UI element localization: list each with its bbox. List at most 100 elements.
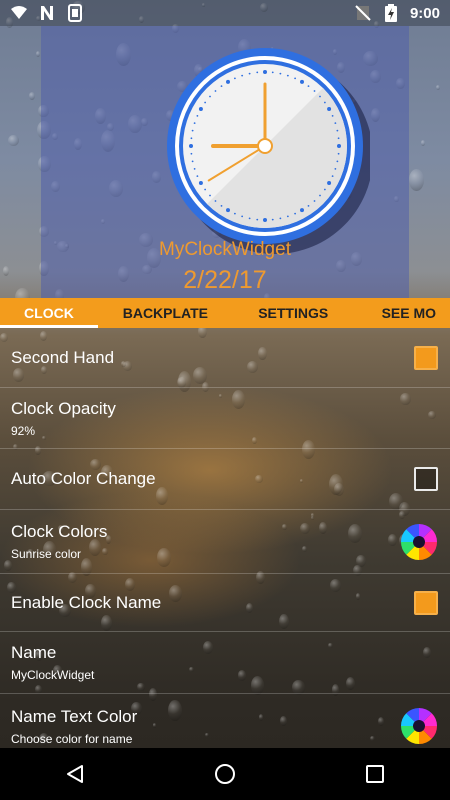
setting-title: Enable Clock Name (11, 592, 162, 612)
clock-tick (323, 101, 326, 104)
clock-tick (193, 167, 196, 170)
wifi-icon (10, 4, 28, 22)
clock-tick (271, 218, 274, 221)
clock-tick (323, 188, 326, 191)
clock-tick (336, 160, 339, 163)
raindrop (420, 139, 425, 146)
clock-tick (286, 215, 289, 218)
status-bar: 9:00 (0, 0, 450, 26)
setting-subtitle: 92% (11, 423, 36, 438)
clock-tick (331, 175, 334, 177)
clock-tick (337, 144, 341, 148)
second-hand-checkbox[interactable] (414, 345, 438, 370)
clock-tick (336, 129, 339, 132)
clock-tick (319, 194, 321, 197)
clock-tick (209, 95, 211, 98)
clock-tick (204, 188, 207, 191)
clock-tick (319, 95, 321, 98)
setting-name-text-color[interactable]: Name Text Color Choose color for name (0, 694, 450, 748)
color-wheel-icon[interactable] (400, 707, 438, 745)
home-icon[interactable] (200, 754, 250, 794)
setting-subtitle: MyClockWidget (11, 668, 95, 682)
tab-see-more[interactable]: SEE MO (354, 298, 450, 328)
clock-tick (191, 160, 194, 163)
clock-tick (198, 107, 203, 111)
setting-name[interactable]: Name MyClockWidget (0, 632, 450, 694)
clock-tick (300, 208, 304, 213)
tab-settings[interactable]: SETTINGS (233, 298, 354, 328)
setting-subtitle: Choose color for name (11, 731, 133, 746)
status-time: 9:00 (409, 4, 440, 22)
auto-color-change-checkbox[interactable] (414, 467, 438, 491)
clock-tick (307, 204, 310, 207)
color-wheel-icon[interactable] (400, 523, 438, 561)
setting-second-hand[interactable]: Second Hand (0, 328, 450, 388)
sim-card-icon (66, 4, 84, 22)
clock-tick (334, 167, 337, 170)
clock-tick (337, 152, 340, 155)
clock-tick (214, 200, 217, 202)
setting-enable-clock-name[interactable]: Enable Clock Name (0, 574, 450, 632)
setting-title: Clock Colors (11, 522, 108, 541)
setting-title: Second Hand (11, 347, 115, 367)
clock-tick (313, 90, 316, 92)
clock-tick (334, 122, 337, 125)
setting-subtitle: Sunrise color (11, 547, 82, 561)
setting-title: Auto Color Change (11, 469, 156, 488)
battery-charging-icon (382, 4, 400, 22)
setting-clock-colors[interactable]: Clock Colors Sunrise color (0, 510, 450, 574)
tab-clock[interactable]: CLOCK (0, 298, 98, 328)
clock-tick (279, 217, 282, 220)
raindrop (29, 92, 36, 101)
clock-tick (214, 90, 217, 92)
setting-auto-color-change[interactable]: Auto Color Change (0, 449, 450, 510)
tab-backplate[interactable]: BACKPLATE (98, 298, 233, 328)
clock-tick (196, 175, 199, 177)
navigation-bar (0, 748, 450, 800)
clock-tick (193, 122, 196, 125)
clock-tick (198, 181, 203, 185)
setting-title: Clock Opacity (11, 398, 116, 418)
clock-tick (189, 144, 193, 148)
clock-tick (327, 107, 332, 111)
clock-tick (271, 71, 274, 74)
clock-tick (279, 72, 282, 75)
clock-tick (337, 137, 340, 140)
clock-tick (294, 212, 296, 215)
clock-tick (209, 194, 211, 197)
n-notification-icon (38, 4, 56, 22)
no-sim-icon (354, 4, 372, 22)
tab-bar: CLOCK BACKPLATE SETTINGS SEE MO (0, 298, 450, 328)
clock-tick (256, 71, 259, 74)
settings-list: Second Hand Clock Opacity 92% Auto Color… (0, 328, 450, 748)
clock-tick (300, 79, 304, 84)
recents-icon[interactable] (350, 754, 400, 794)
clock-tick (248, 217, 251, 220)
setting-title: Name (11, 643, 57, 662)
widget-clock-name: MyClockWidget (159, 239, 291, 260)
setting-clock-opacity[interactable]: Clock Opacity 92% (0, 388, 450, 449)
clock-tick (294, 77, 296, 80)
clock-tick (327, 181, 332, 185)
raindrop (36, 50, 41, 57)
clock-center-pin (257, 138, 273, 154)
enable-clock-name-checkbox[interactable] (414, 590, 438, 615)
raindrop (409, 169, 425, 191)
clock-tick (286, 74, 289, 77)
clock-tick (190, 152, 193, 155)
clock-tick (191, 129, 194, 132)
clock-tick (204, 101, 207, 104)
clock-tick (220, 204, 223, 207)
clock-tick (196, 115, 199, 117)
clock-tick (263, 218, 267, 222)
clock-tick (248, 72, 251, 75)
clock-tick (234, 212, 236, 215)
clock-tick (307, 85, 310, 88)
clock-tick (226, 79, 230, 84)
clock-tick (263, 70, 267, 74)
analog-clock (165, 46, 373, 261)
raindrop (436, 84, 440, 90)
clock-tick (241, 74, 244, 77)
clock-tick (226, 208, 230, 213)
back-icon[interactable] (50, 754, 100, 794)
